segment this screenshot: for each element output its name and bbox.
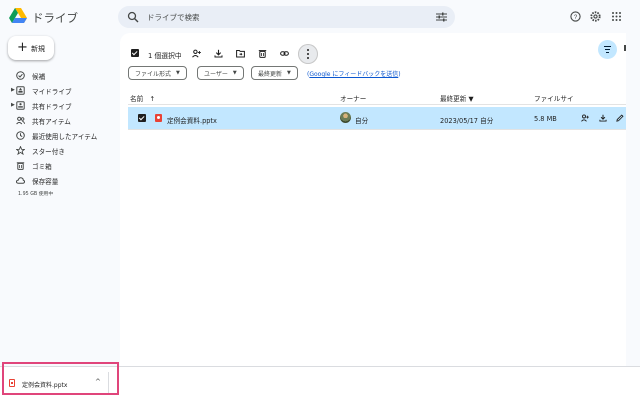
search-input[interactable]: ドライブで検索 [147, 12, 200, 23]
file-modified: 2023/05/17 自分 [440, 117, 494, 125]
link-icon[interactable] [280, 49, 289, 58]
feedback-link[interactable]: (Google にフィードバックを送信) [307, 69, 401, 78]
file-owner: 自分 [355, 117, 369, 125]
feedback-link-text[interactable]: Google にフィードバックを送信 [309, 71, 398, 78]
selection-count: 1 個選択中 [148, 52, 182, 60]
sidebar-item-label: 共有ドライブ [32, 103, 72, 111]
chevron-down-icon: ▼ [287, 70, 291, 76]
app-title[interactable]: ドライブ [32, 10, 78, 26]
new-button[interactable]: + 新規 [8, 36, 54, 60]
storage-usage-text: 1.95 GB 使用中 [18, 192, 54, 197]
sidebar-item-suggested[interactable]: 候補 [0, 68, 118, 83]
view-options-button[interactable] [598, 40, 617, 59]
chip-label: ユーザー [204, 70, 228, 78]
sidebar-item-recent[interactable]: 最近使用したアイテム [0, 128, 118, 143]
move-icon[interactable] [236, 49, 245, 58]
avatar [340, 112, 351, 123]
chevron-down-icon: ▼ [232, 70, 237, 76]
table-row[interactable]: 定例会資料.pptx 自分 2023/05/17 自分 5.8 MB [128, 107, 628, 129]
selection-toolbar: 1 個選択中 [120, 39, 318, 64]
column-header-modified[interactable]: 最終更新 ▼ [440, 93, 474, 103]
file-size: 5.8 MB [534, 115, 557, 123]
sidebar-item-label: 候補 [32, 73, 46, 81]
share-icon[interactable] [581, 114, 589, 122]
search-options-icon[interactable] [436, 12, 447, 22]
sidebar-item-my-drive[interactable]: ▶ マイドライブ [0, 83, 118, 98]
apps-icon[interactable] [611, 11, 622, 22]
expand-arrow-icon[interactable]: ▶ [11, 87, 15, 93]
row-checkbox[interactable] [138, 114, 146, 122]
cloud-icon [16, 177, 25, 184]
download-icon[interactable] [599, 114, 607, 122]
sort-down-icon: ▼ [468, 95, 474, 103]
filter-chip-people[interactable]: ユーザー ▼ [197, 66, 244, 80]
settings-icon[interactable] [590, 11, 601, 22]
powerpoint-file-icon [155, 114, 162, 122]
column-header-owner[interactable]: オーナー [340, 93, 366, 103]
header-divider [128, 104, 628, 105]
clear-selection-checkbox[interactable] [131, 49, 139, 57]
column-header-size[interactable]: ファイルサイ [534, 93, 574, 103]
rename-icon[interactable] [616, 114, 624, 122]
sidebar-item-label: マイドライブ [32, 88, 72, 96]
plus-icon: + [17, 40, 28, 55]
file-list-panel: 1 個選択中 ファイル形式 ▼ ユーザー ▼ 最終更新 ▼ (Google にフィード… [120, 33, 636, 366]
filter-chip-file-type[interactable]: ファイル形式 ▼ [128, 66, 187, 80]
my-drive-icon [16, 86, 25, 95]
checkbox-circle-icon [16, 71, 25, 80]
search-bar[interactable]: ドライブで検索 [118, 6, 455, 28]
sidebar-item-trash[interactable]: ゴミ箱 [0, 158, 118, 173]
clock-icon [16, 131, 25, 140]
file-name: 定例会資料.pptx [167, 117, 217, 125]
star-icon [16, 146, 25, 155]
sidebar-item-label: ゴミ箱 [32, 163, 52, 171]
share-icon[interactable] [192, 49, 201, 58]
row-divider [128, 129, 628, 130]
scrollbar-area[interactable] [626, 33, 640, 366]
highlight-box [2, 362, 119, 395]
sidebar-item-label: 保存容量 [32, 178, 59, 186]
drive-logo-icon[interactable] [9, 8, 27, 24]
filter-chip-modified[interactable]: 最終更新 ▼ [251, 66, 298, 80]
search-icon[interactable] [127, 11, 139, 23]
more-actions-button[interactable] [298, 44, 318, 64]
help-icon[interactable]: ? [570, 11, 581, 22]
sidebar-item-shared-drives[interactable]: ▶ 共有ドライブ [0, 98, 118, 113]
expand-arrow-icon[interactable]: ▶ [11, 102, 15, 108]
sort-arrow-icon[interactable]: ↑ [149, 95, 155, 103]
sidebar-item-storage[interactable]: 保存容量 [0, 173, 118, 188]
svg-text:?: ? [574, 15, 578, 21]
shared-drive-icon [16, 101, 25, 110]
sidebar-item-label: 最近使用したアイテム [32, 133, 98, 141]
people-icon [16, 116, 25, 125]
sidebar-item-label: 共有アイテム [32, 118, 71, 126]
top-bar: ドライブ ドライブで検索 ? [0, 0, 640, 34]
trash-icon [16, 162, 25, 170]
chip-label: 最終更新 [258, 70, 283, 78]
chevron-down-icon: ▼ [176, 70, 180, 76]
column-header-name[interactable]: 名前 ↑ [130, 93, 155, 103]
sidebar-item-label: スター付き [32, 148, 65, 156]
more-icon [307, 49, 309, 51]
sidebar-nav: 候補 ▶ マイドライブ ▶ 共有ドライブ 共有アイテム 最近使用したアイテム ス… [0, 68, 118, 188]
chip-label: ファイル形式 [135, 70, 172, 78]
trash-icon[interactable] [258, 49, 267, 58]
download-icon[interactable] [214, 49, 223, 58]
new-button-label: 新規 [31, 45, 45, 53]
sidebar-item-shared-with-me[interactable]: 共有アイテム [0, 113, 118, 128]
sidebar-item-starred[interactable]: スター付き [0, 143, 118, 158]
